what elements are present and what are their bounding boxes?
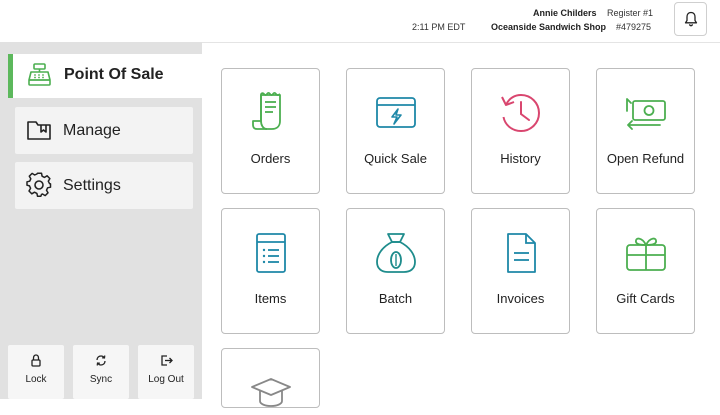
sidebar-item-settings[interactable]: Settings xyxy=(15,162,193,209)
sync-label: Sync xyxy=(89,374,113,385)
lock-icon xyxy=(31,354,41,367)
lock-button[interactable]: Lock xyxy=(8,345,64,399)
top-bar: 2:11 PM EDT Annie Childers Register #1 O… xyxy=(0,0,720,42)
shop-name: Oceanside Sandwich Shop xyxy=(491,22,607,32)
sidebar-item-label: Settings xyxy=(63,177,121,194)
logout-icon xyxy=(161,355,173,366)
gift-card-icon xyxy=(626,237,666,271)
training-tile[interactable] xyxy=(221,348,320,408)
lock-label: Lock xyxy=(25,374,47,385)
history-icon xyxy=(501,93,541,133)
tile-label: Open Refund xyxy=(606,151,685,166)
user-name: Annie Childers xyxy=(533,8,597,18)
receipt-icon xyxy=(252,91,281,130)
tile-label: Batch xyxy=(378,291,413,306)
quick-sale-tile[interactable]: Quick Sale xyxy=(346,68,445,194)
refund-icon xyxy=(626,98,666,130)
tile-label: History xyxy=(500,151,541,166)
money-bag-icon xyxy=(376,233,416,273)
folder-icon xyxy=(27,121,51,140)
card-icon xyxy=(376,97,416,128)
tile-label: Items xyxy=(254,291,287,306)
tile-label: Invoices xyxy=(496,291,545,306)
current-time: 2:11 PM EDT xyxy=(412,22,466,32)
gear-icon xyxy=(26,172,52,197)
invoices-tile[interactable]: Invoices xyxy=(471,208,570,334)
sidebar-item-label: Point Of Sale xyxy=(64,66,164,83)
batch-tile[interactable]: Batch xyxy=(346,208,445,334)
graduation-cap-icon xyxy=(251,378,291,407)
cash-register-icon xyxy=(28,63,51,86)
notifications-button[interactable] xyxy=(674,2,707,36)
log-out-label: Log Out xyxy=(148,374,184,385)
sync-icon xyxy=(96,355,106,366)
tile-label: Orders xyxy=(250,151,291,166)
bell-icon xyxy=(684,11,697,27)
sidebar-item-label: Manage xyxy=(63,122,121,139)
sidebar-item-manage[interactable]: Manage xyxy=(15,107,193,154)
gift-cards-tile[interactable]: Gift Cards xyxy=(596,208,695,334)
invoice-icon xyxy=(507,233,536,273)
sync-button[interactable]: Sync xyxy=(73,345,129,399)
items-tile[interactable]: Items xyxy=(221,208,320,334)
log-out-button[interactable]: Log Out xyxy=(138,345,194,399)
tile-label: Quick Sale xyxy=(364,151,427,166)
orders-tile[interactable]: Orders xyxy=(221,68,320,194)
items-icon xyxy=(256,233,286,273)
register-label: Register #1 xyxy=(607,8,654,18)
shop-id: #479275 xyxy=(616,22,652,32)
tile-label: Gift Cards xyxy=(616,291,675,306)
sidebar-item-point-of-sale[interactable]: Point Of Sale xyxy=(8,54,202,98)
open-refund-tile[interactable]: Open Refund xyxy=(596,68,695,194)
history-tile[interactable]: History xyxy=(471,68,570,194)
